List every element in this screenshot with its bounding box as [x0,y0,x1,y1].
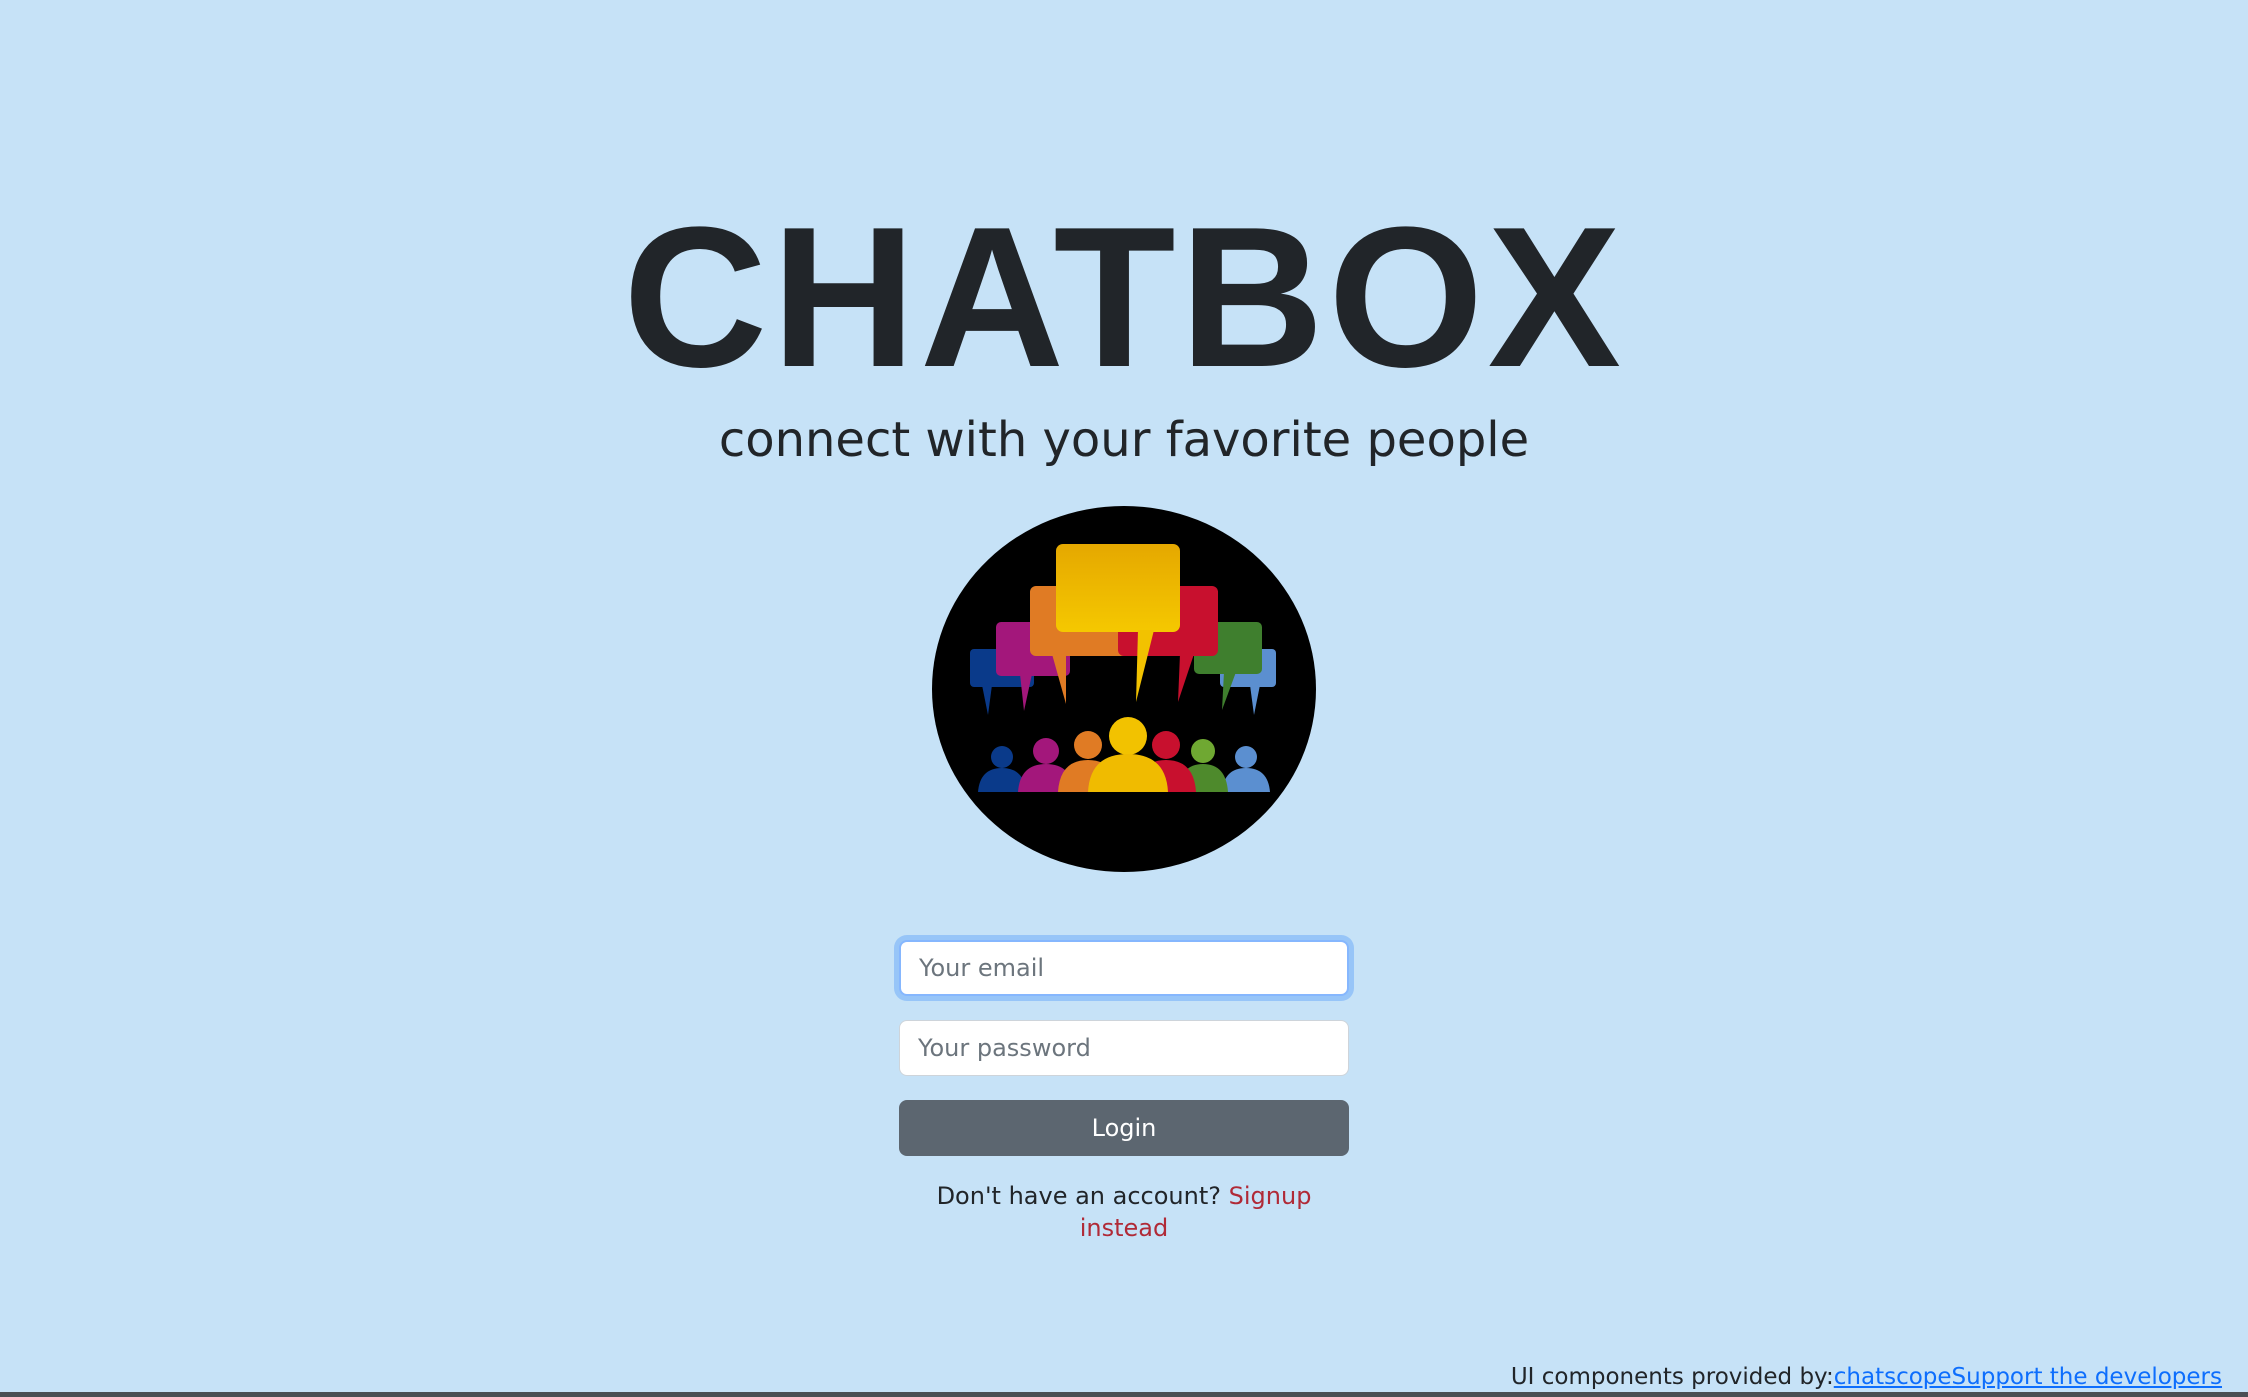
signup-prompt-line: Don't have an account? Signup instead [899,1180,1349,1244]
password-input[interactable] [899,1020,1349,1076]
app-title: CHATBOX [622,186,1626,409]
signup-prompt-text: Don't have an account? [936,1182,1221,1210]
chat-group-logo-icon [932,506,1316,872]
login-form: Login Don't have an account? Signup inst… [899,940,1349,1244]
email-input[interactable] [899,940,1349,996]
chatscope-link[interactable]: chatscope [1834,1364,1952,1390]
footer-credit-text: UI components provided by: [1510,1364,1834,1390]
app-tagline: connect with your favorite people [718,412,1530,468]
support-developers-link[interactable]: Support the developers [1952,1364,2222,1390]
login-button[interactable]: Login [899,1100,1349,1156]
footer-credits: UI components provided by:chatscopeSuppo… [1511,1362,2222,1392]
login-page: CHATBOX connect with your favorite peopl… [0,0,2248,1392]
window-bottom-border [0,1392,2248,1397]
